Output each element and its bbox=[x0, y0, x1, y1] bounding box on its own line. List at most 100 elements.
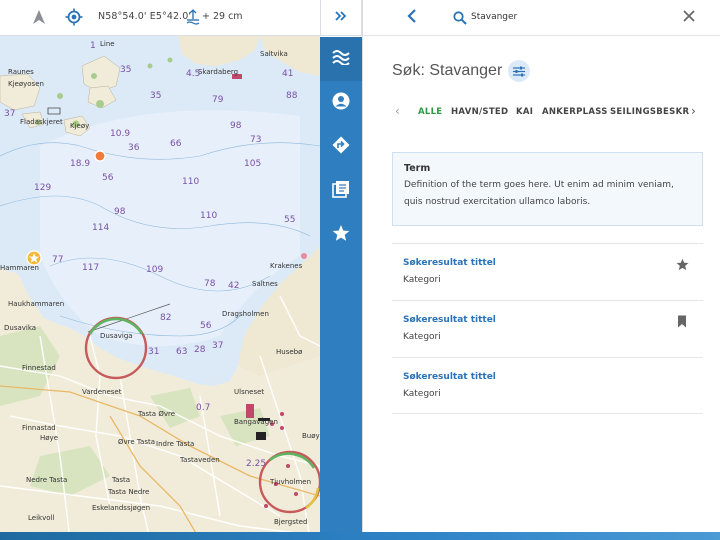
place-tastaveden: Tastaveden bbox=[179, 456, 220, 464]
star-icon[interactable] bbox=[676, 256, 690, 271]
depth-sounding: 0.7 bbox=[196, 403, 210, 413]
search-panel: Søk: Stavanger ‹ ALLE HAVN/STED KAI ANKE… bbox=[362, 0, 720, 540]
locate-crosshair-icon[interactable] bbox=[65, 8, 83, 26]
place-tasta: Tasta bbox=[111, 476, 130, 484]
expand-panel-button[interactable] bbox=[320, 0, 362, 36]
depth-sounding: 2.25 bbox=[246, 459, 266, 469]
side-toolbar bbox=[320, 0, 362, 540]
place-saltnes: Saltnes bbox=[252, 280, 278, 288]
search-bar bbox=[363, 0, 720, 36]
depth-sounding: 35 bbox=[120, 65, 131, 75]
place-saltvika: Saltvika bbox=[260, 50, 288, 58]
result-title[interactable]: Søkeresultat tittel bbox=[403, 258, 496, 268]
bookmark-icon[interactable] bbox=[676, 313, 690, 328]
close-icon bbox=[683, 8, 695, 26]
logbook-button[interactable] bbox=[320, 169, 362, 213]
result-category: Kategori bbox=[403, 332, 441, 342]
magnifier-icon bbox=[453, 10, 467, 25]
place-hammaren: Hammaren bbox=[0, 264, 39, 272]
route-button[interactable] bbox=[320, 125, 362, 169]
depth-sounding: 79 bbox=[212, 95, 224, 105]
place-ulsneset: Ulsneset bbox=[234, 388, 264, 396]
tide-gauge-icon bbox=[186, 9, 200, 25]
depth-sounding: 41 bbox=[282, 69, 293, 79]
place-indre-tasta: Indre Tasta bbox=[156, 440, 194, 448]
bottom-accent-strip bbox=[0, 532, 720, 540]
place-buoy: Buøy bbox=[302, 432, 320, 440]
tab-kai[interactable]: KAI bbox=[516, 107, 533, 117]
place-hoye: Høye bbox=[40, 434, 58, 442]
place-kjeoy: Kjeøy bbox=[70, 122, 89, 130]
place-finnastad: Finnastad bbox=[22, 424, 56, 432]
filter-button[interactable] bbox=[508, 60, 530, 82]
search-input[interactable] bbox=[471, 9, 671, 25]
search-result-item[interactable]: Søkeresultat tittel Kategori bbox=[392, 357, 703, 414]
place-tasta-nedre: Tasta Nedre bbox=[107, 488, 149, 496]
tab-alle[interactable]: ALLE bbox=[418, 107, 442, 117]
page-title: Søk: Stavanger bbox=[392, 62, 503, 79]
depth-sounding: 78 bbox=[204, 279, 216, 289]
logbook-icon bbox=[332, 180, 350, 202]
double-chevron-right-icon bbox=[335, 10, 347, 25]
place-bjergsted: Bjergsted bbox=[274, 518, 307, 526]
place-line: Line bbox=[100, 40, 115, 48]
place-raunes: Raunes bbox=[8, 68, 34, 76]
back-button[interactable] bbox=[407, 8, 423, 26]
search-results: Søkeresultat tittel Kategori Søkeresulta… bbox=[392, 243, 703, 414]
depth-sounding: 31 bbox=[148, 347, 159, 357]
tabs-track: ALLE HAVN/STED KAI ANKERPLASS SEILINGSBE… bbox=[391, 102, 689, 122]
coordinate-readout: N58°54.0' E5°42.0' bbox=[98, 11, 192, 22]
depth-sounding: 98 bbox=[114, 207, 126, 217]
profile-icon bbox=[332, 92, 350, 114]
depth-sounding: 109 bbox=[146, 265, 163, 275]
map-layers-icon bbox=[332, 49, 350, 69]
depth-sounding: 10.9 bbox=[110, 129, 130, 139]
place-tjuvholmen: Tjuvholmen bbox=[269, 478, 311, 486]
tab-havn-sted[interactable]: HAVN/STED bbox=[451, 107, 508, 117]
chevron-left-icon bbox=[407, 8, 417, 27]
depth-sounding: 18.9 bbox=[70, 159, 90, 169]
depth-sounding: 117 bbox=[82, 263, 99, 273]
nautical-chart[interactable]: 1 35 4.5 41 35 79 88 37 10.9 98 36 66 73 18.9 56 105 129… bbox=[0, 36, 320, 540]
depth-sounding: 114 bbox=[92, 223, 109, 233]
depth-sounding: 28 bbox=[194, 345, 206, 355]
favorites-star-icon bbox=[332, 224, 350, 246]
tool-list bbox=[320, 37, 362, 540]
depth-sounding: 129 bbox=[34, 183, 51, 193]
depth-sounding: 56 bbox=[102, 173, 114, 183]
term-definition-card: Term Definition of the term goes here. U… bbox=[392, 152, 703, 226]
place-fladaskjeret: Fladaskjeret bbox=[20, 118, 63, 126]
place-kjeoyosen: Kjeøyosen bbox=[8, 80, 44, 88]
map-layers-button[interactable] bbox=[320, 37, 362, 81]
clear-search-button[interactable] bbox=[683, 8, 699, 26]
tide-readout: + 29 cm bbox=[202, 11, 243, 22]
place-krakenes: Krakenes bbox=[270, 262, 303, 270]
chart-map[interactable]: N58°54.0' E5°42.0' + 29 cm 1 35 4.5 41 3… bbox=[0, 0, 320, 540]
place-husebo: Husebø bbox=[276, 348, 303, 356]
category-tabs: ‹ ALLE HAVN/STED KAI ANKERPLASS SEILINGS… bbox=[391, 102, 703, 122]
navigation-arrow-icon[interactable] bbox=[32, 8, 46, 26]
depth-sounding: 63 bbox=[176, 347, 187, 357]
favorites-button[interactable] bbox=[320, 213, 362, 257]
place-haukhammaren: Haukhammaren bbox=[8, 300, 64, 308]
search-result-item[interactable]: Søkeresultat tittel Kategori bbox=[392, 243, 703, 300]
place-eskelandssjogen: Eskelandssjøgen bbox=[92, 504, 150, 512]
tab-ankerplass[interactable]: ANKERPLASS bbox=[542, 107, 608, 117]
result-category: Kategori bbox=[403, 389, 441, 399]
result-category: Kategori bbox=[403, 275, 441, 285]
depth-sounding: 66 bbox=[170, 139, 182, 149]
result-title[interactable]: Søkeresultat tittel bbox=[403, 372, 496, 382]
place-dragsholmen: Dragsholmen bbox=[222, 310, 269, 318]
tabs-scroll-right-button[interactable]: › bbox=[691, 104, 696, 118]
profile-button[interactable] bbox=[320, 81, 362, 125]
place-ovre-tasta: Øvre Tasta bbox=[118, 438, 155, 446]
term-title: Term bbox=[404, 163, 431, 174]
search-result-item[interactable]: Søkeresultat tittel Kategori bbox=[392, 300, 703, 357]
depth-sounding: 55 bbox=[284, 215, 295, 225]
result-title[interactable]: Søkeresultat tittel bbox=[403, 315, 496, 325]
place-tasta-ovre: Tasta Øvre bbox=[137, 410, 175, 418]
depth-sounding: 36 bbox=[128, 143, 140, 153]
tab-seilingsbeskrivelse[interactable]: SEILINGSBESKRIVELSE bbox=[610, 107, 689, 117]
depth-sounding: 105 bbox=[244, 159, 261, 169]
place-nedre-tasta: Nedre Tasta bbox=[26, 476, 67, 484]
